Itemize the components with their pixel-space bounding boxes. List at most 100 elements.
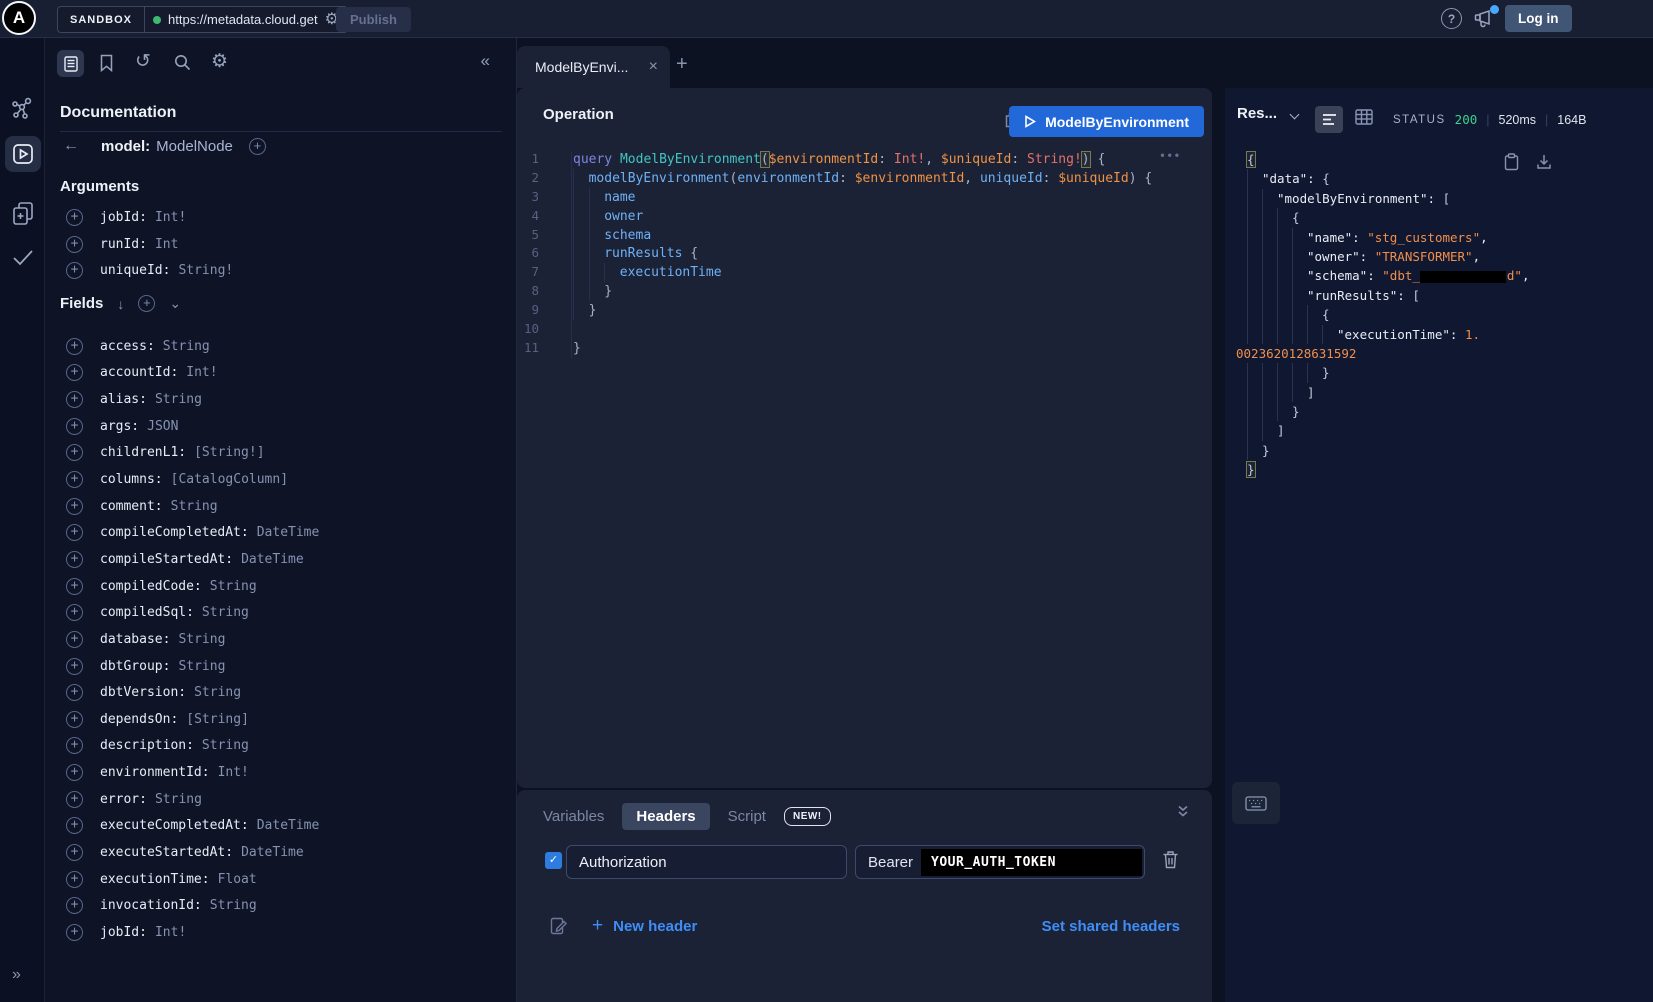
field-type[interactable]: String bbox=[210, 579, 257, 594]
field-type[interactable]: DateTime bbox=[241, 552, 304, 567]
add-to-query-icon[interactable]: + bbox=[66, 418, 83, 435]
field-type[interactable]: String bbox=[210, 898, 257, 913]
field-row[interactable]: +alias:String bbox=[66, 386, 508, 413]
field-type[interactable]: [CatalogColumn] bbox=[171, 472, 288, 487]
back-arrow-icon[interactable]: ← bbox=[63, 137, 79, 155]
schema-graph-icon[interactable] bbox=[11, 96, 35, 120]
argument-row[interactable]: +jobId:Int! bbox=[66, 204, 508, 231]
run-operation-button[interactable]: ModelByEnvironment bbox=[1009, 106, 1204, 137]
header-key-input[interactable] bbox=[566, 845, 847, 879]
field-row[interactable]: +executeCompletedAt:DateTime bbox=[66, 813, 508, 840]
field-row[interactable]: +compileCompletedAt:DateTime bbox=[66, 519, 508, 546]
tab-variables[interactable]: Variables bbox=[543, 808, 604, 825]
field-type[interactable]: DateTime bbox=[257, 818, 320, 833]
field-type[interactable]: Int! bbox=[155, 210, 186, 225]
add-to-query-icon[interactable]: + bbox=[66, 871, 83, 888]
table-view-toggle-icon[interactable] bbox=[1355, 109, 1373, 125]
add-field-icon[interactable]: + bbox=[249, 138, 266, 155]
add-to-query-icon[interactable]: + bbox=[66, 924, 83, 941]
add-to-query-icon[interactable]: + bbox=[66, 817, 83, 834]
collapse-bottom-panel-icon[interactable] bbox=[1176, 804, 1190, 818]
add-to-query-icon[interactable]: + bbox=[66, 737, 83, 754]
response-dropdown-chevron-icon[interactable] bbox=[1291, 106, 1298, 121]
announcements-icon[interactable] bbox=[1473, 8, 1497, 30]
field-row[interactable]: +jobId:Int! bbox=[66, 919, 508, 946]
field-type[interactable]: Int bbox=[155, 237, 178, 252]
field-row[interactable]: +environmentId:Int! bbox=[66, 759, 508, 786]
field-row[interactable]: +executionTime:Float bbox=[66, 866, 508, 893]
field-row[interactable]: +access:String bbox=[66, 333, 508, 360]
apollo-logo-icon[interactable]: A bbox=[2, 1, 36, 35]
new-header-button[interactable]: + New header bbox=[592, 915, 697, 937]
tab-script[interactable]: Script bbox=[728, 808, 766, 825]
sort-fields-icon[interactable]: ↓ bbox=[117, 296, 124, 312]
header-enabled-checkbox[interactable]: ✓ bbox=[545, 852, 562, 869]
add-to-query-icon[interactable]: + bbox=[66, 364, 83, 381]
field-row[interactable]: +columns:[CatalogColumn] bbox=[66, 466, 508, 493]
operation-collection-icon[interactable] bbox=[11, 200, 35, 226]
operation-tab[interactable]: ModelByEnvi... × bbox=[517, 46, 670, 88]
add-to-query-icon[interactable]: + bbox=[66, 262, 83, 279]
argument-row[interactable]: +runId:Int bbox=[66, 231, 508, 258]
login-button[interactable]: Log in bbox=[1505, 5, 1572, 32]
add-to-query-icon[interactable]: + bbox=[66, 791, 83, 808]
set-shared-headers-button[interactable]: Set shared headers bbox=[1042, 918, 1180, 935]
delete-header-icon[interactable] bbox=[1162, 850, 1179, 869]
add-to-query-icon[interactable]: + bbox=[66, 338, 83, 355]
explorer-nav-icon[interactable] bbox=[5, 136, 41, 172]
field-type[interactable]: DateTime bbox=[257, 525, 320, 540]
saved-operations-icon[interactable] bbox=[99, 54, 114, 72]
raw-view-toggle-icon[interactable] bbox=[1315, 106, 1343, 133]
add-to-query-icon[interactable]: + bbox=[66, 684, 83, 701]
field-row[interactable]: +compileStartedAt:DateTime bbox=[66, 546, 508, 573]
settings-gear-icon[interactable]: ⚙ bbox=[211, 50, 228, 73]
field-type[interactable]: [String!] bbox=[194, 445, 264, 460]
help-icon[interactable]: ? bbox=[1441, 8, 1462, 29]
tab-headers[interactable]: Headers bbox=[622, 803, 709, 830]
field-row[interactable]: +error:String bbox=[66, 786, 508, 813]
query-editor[interactable]: 1query ModelByEnvironment($environmentId… bbox=[517, 150, 1206, 358]
argument-row[interactable]: +uniqueId:String! bbox=[66, 258, 508, 285]
add-to-query-icon[interactable]: + bbox=[66, 711, 83, 728]
add-to-query-icon[interactable]: + bbox=[66, 764, 83, 781]
add-to-query-icon[interactable]: + bbox=[66, 444, 83, 461]
add-to-query-icon[interactable]: + bbox=[66, 578, 83, 595]
expand-rail-icon[interactable]: » bbox=[12, 966, 21, 984]
field-row[interactable]: +description:String bbox=[66, 733, 508, 760]
field-row[interactable]: +invocationId:String bbox=[66, 892, 508, 919]
field-row[interactable]: +comment:String bbox=[66, 493, 508, 520]
field-row[interactable]: +args:JSON bbox=[66, 413, 508, 440]
field-type[interactable]: JSON bbox=[147, 419, 178, 434]
field-type[interactable]: String bbox=[178, 659, 225, 674]
add-to-query-icon[interactable]: + bbox=[66, 471, 83, 488]
field-type[interactable]: String bbox=[202, 605, 249, 620]
more-menu-icon[interactable]: ••• bbox=[1160, 148, 1182, 162]
field-type[interactable]: DateTime bbox=[241, 845, 304, 860]
add-to-query-icon[interactable]: + bbox=[66, 209, 83, 226]
add-to-query-icon[interactable]: + bbox=[66, 498, 83, 515]
collapse-panel-icon[interactable]: « bbox=[481, 51, 490, 71]
field-type[interactable]: String bbox=[194, 685, 241, 700]
publish-button[interactable]: Publish bbox=[336, 7, 411, 32]
field-row[interactable]: +dependsOn:[String] bbox=[66, 706, 508, 733]
new-tab-icon[interactable]: + bbox=[676, 53, 688, 76]
field-type[interactable]: String bbox=[178, 632, 225, 647]
field-row[interactable]: +executeStartedAt:DateTime bbox=[66, 839, 508, 866]
field-type[interactable]: String bbox=[163, 339, 210, 354]
add-all-fields-icon[interactable]: + bbox=[138, 295, 155, 312]
field-row[interactable]: +dbtGroup:String bbox=[66, 653, 508, 680]
close-tab-icon[interactable]: × bbox=[649, 58, 658, 76]
field-type[interactable]: String bbox=[155, 392, 202, 407]
field-row[interactable]: +database:String bbox=[66, 626, 508, 653]
doc-field-type[interactable]: ModelNode bbox=[156, 138, 233, 155]
field-row[interactable]: +compiledSql:String bbox=[66, 599, 508, 626]
search-icon[interactable] bbox=[174, 54, 191, 71]
field-type[interactable]: Int! bbox=[155, 925, 186, 940]
endpoint-url-input[interactable]: https://metadata.cloud.get bbox=[168, 12, 318, 27]
field-row[interactable]: +accountId:Int! bbox=[66, 360, 508, 387]
add-to-query-icon[interactable]: + bbox=[66, 631, 83, 648]
field-type[interactable]: Float bbox=[218, 872, 257, 887]
keyboard-shortcuts-icon[interactable] bbox=[1232, 782, 1280, 824]
edit-headers-raw-icon[interactable] bbox=[550, 917, 567, 935]
field-type[interactable]: [String] bbox=[186, 712, 249, 727]
